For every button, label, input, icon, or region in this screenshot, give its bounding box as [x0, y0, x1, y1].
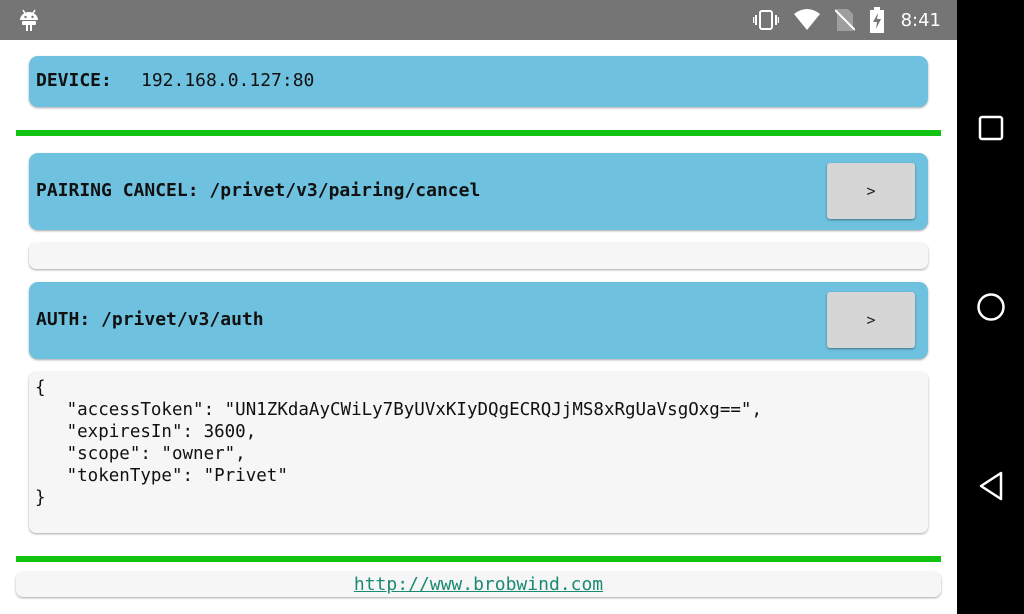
- home-button[interactable]: [975, 291, 1007, 323]
- auth-label: AUTH: /privet/v3/auth: [36, 309, 264, 330]
- main-content: DEVICE: 192.168.0.127:80 PAIRING CANCEL:…: [0, 40, 957, 614]
- android-icon: [20, 9, 38, 31]
- battery-charging-icon: [869, 7, 884, 33]
- clock: 8:41: [900, 9, 941, 31]
- divider-bottom: [16, 556, 941, 562]
- recents-square-icon: [978, 115, 1004, 141]
- wifi-icon: [793, 9, 820, 30]
- no-sim-icon: [834, 9, 855, 31]
- recents-button[interactable]: [975, 112, 1007, 144]
- home-circle-icon: [977, 293, 1005, 321]
- vibrate-icon: [752, 10, 779, 30]
- status-icons: 8:41: [752, 0, 941, 40]
- divider-top: [16, 130, 941, 136]
- device-address: 192.168.0.127:80: [141, 70, 315, 91]
- footer-bar: http://www.brobwind.com: [16, 572, 941, 597]
- auth-send-button[interactable]: >: [827, 292, 915, 348]
- back-button[interactable]: [975, 470, 1007, 502]
- device-label: DEVICE:: [36, 70, 112, 91]
- status-bar: 8:41: [0, 0, 957, 40]
- back-triangle-icon: [979, 471, 1003, 501]
- pairing-cancel-output: [29, 243, 928, 269]
- pairing-cancel-label: PAIRING CANCEL: /privet/v3/pairing/cance…: [36, 180, 481, 201]
- pairing-cancel-send-button[interactable]: >: [827, 163, 915, 219]
- auth-card: AUTH: /privet/v3/auth >: [29, 282, 928, 359]
- device-card: DEVICE: 192.168.0.127:80: [29, 56, 928, 107]
- auth-output-text: { "accessToken": "UN1ZKdaAyCWiLy7ByUVxKI…: [35, 378, 762, 508]
- website-link[interactable]: http://www.brobwind.com: [16, 574, 941, 595]
- navigation-bar: [957, 0, 1024, 614]
- pairing-cancel-card: PAIRING CANCEL: /privet/v3/pairing/cance…: [29, 153, 928, 230]
